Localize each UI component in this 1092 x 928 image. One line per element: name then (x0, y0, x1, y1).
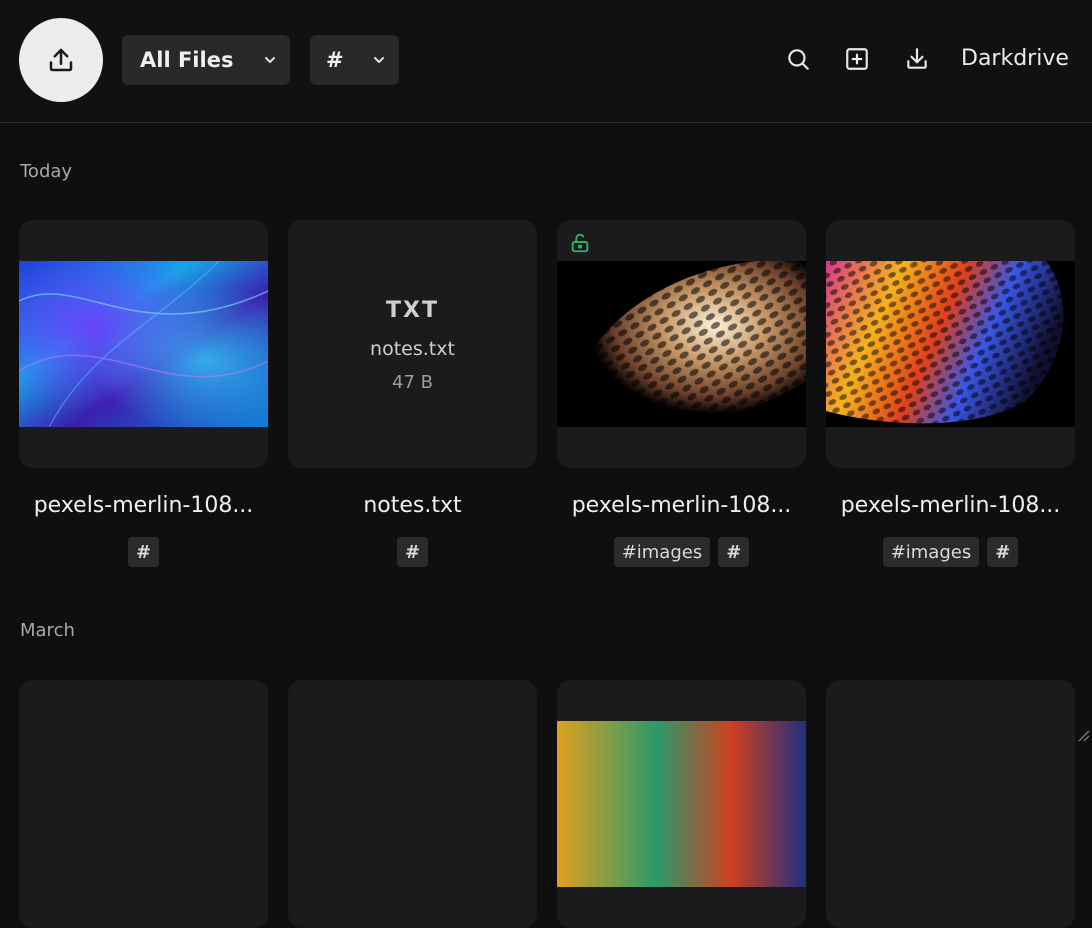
file-name[interactable]: pexels-merlin-108... (826, 493, 1075, 518)
file-name[interactable]: notes.txt (288, 493, 537, 518)
resize-handle-icon[interactable] (1074, 726, 1090, 742)
file-tags: #images # (826, 537, 1075, 567)
add-square-icon[interactable] (844, 46, 870, 72)
file-card[interactable] (557, 680, 806, 928)
file-card[interactable] (826, 680, 1075, 928)
section-label-march: March (20, 620, 75, 641)
image-thumbnail (557, 261, 806, 427)
section-label-today: Today (20, 161, 72, 182)
tag-filter-dropdown[interactable]: # (310, 35, 399, 85)
tag-chip[interactable]: #images (883, 537, 980, 567)
file-card[interactable] (557, 220, 806, 468)
file-name[interactable]: pexels-merlin-108... (19, 493, 268, 518)
image-thumbnail (19, 261, 268, 427)
download-icon[interactable] (904, 46, 930, 72)
file-tags: # (19, 537, 268, 567)
search-icon[interactable] (785, 46, 811, 72)
file-name[interactable]: pexels-merlin-108... (557, 493, 806, 518)
tag-chip[interactable]: # (397, 537, 428, 567)
tag-chip[interactable]: # (987, 537, 1018, 567)
file-preview-name: notes.txt (288, 338, 537, 360)
upload-button[interactable] (19, 18, 103, 102)
file-card[interactable] (19, 220, 268, 468)
upload-icon (46, 45, 76, 75)
file-size: 47 B (288, 372, 537, 393)
tag-chip[interactable]: #images (614, 537, 711, 567)
tag-filter-label: # (326, 48, 344, 72)
chevron-down-icon (371, 52, 387, 68)
unlock-icon[interactable] (569, 232, 591, 254)
file-filter-dropdown[interactable]: All Files (122, 35, 290, 85)
image-thumbnail (557, 721, 806, 887)
file-card[interactable] (826, 220, 1075, 468)
image-thumbnail (826, 261, 1075, 427)
file-tags: # (288, 537, 537, 567)
file-card[interactable]: TXT notes.txt 47 B (288, 220, 537, 468)
chevron-down-icon (262, 52, 278, 68)
tag-chip[interactable]: # (718, 537, 749, 567)
file-card[interactable] (288, 680, 537, 928)
file-filter-label: All Files (140, 48, 233, 72)
tag-chip[interactable]: # (128, 537, 159, 567)
file-card[interactable] (19, 680, 268, 928)
brand-name[interactable]: Darkdrive (961, 46, 1069, 71)
top-toolbar: All Files # Darkdrive (0, 0, 1092, 123)
file-type-label: TXT (288, 298, 537, 323)
file-tags: #images # (557, 537, 806, 567)
